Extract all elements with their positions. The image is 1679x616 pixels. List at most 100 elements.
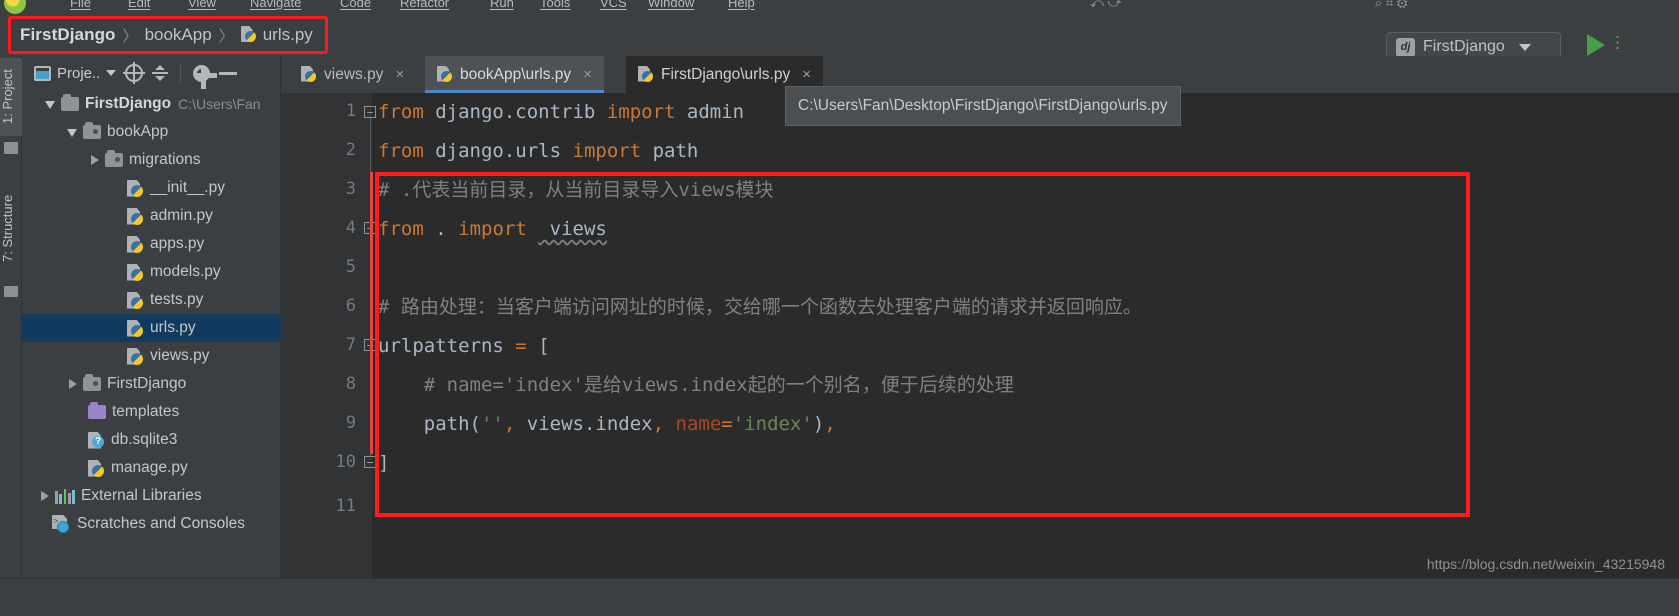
line-number: 9 [345,413,356,433]
tree-item-bookapp[interactable]: bookApp [22,118,281,146]
line-number: 4 [345,218,356,238]
tree-item-models-py[interactable]: models.py [22,258,281,286]
menu-item-code[interactable]: Code [340,0,371,10]
menu-item-run[interactable]: Run [490,0,514,10]
tree-item-external-libraries[interactable]: External Libraries [22,482,281,510]
collapse-all-icon[interactable] [152,65,169,81]
menu-item-file[interactable]: File [70,0,91,10]
project-view-icon [34,65,51,81]
tab-label: bookApp\urls.py [460,65,572,83]
breadcrumb-item-project[interactable]: FirstDjango [20,25,116,45]
tree-item-db-sqlite3[interactable]: db.sqlite3 [22,426,281,454]
module-folder-icon [83,122,101,139]
tree-item-apps-py[interactable]: apps.py [22,230,281,258]
left-tool-window-strip: 1: Project 7: Structure [0,56,22,616]
chevron-right-icon[interactable] [66,377,80,391]
library-icon [55,488,75,504]
menu-item-help[interactable]: Help [728,0,755,10]
chevron-down-icon [106,70,117,76]
code-line-10: ] [378,452,390,474]
line-number: 7 [345,335,356,355]
tool-tab-label-structure: 7: Structure [0,194,15,262]
chevron-right-icon[interactable] [88,153,102,167]
close-icon[interactable]: × [802,67,811,82]
main-menu-bar: File Edit View Navigate Code Refactor Ru… [0,0,1679,14]
favorites-icon[interactable] [4,142,18,154]
breadcrumb-item-file[interactable]: urls.py [263,25,313,45]
tree-item-label: models.py [150,263,221,280]
sidebar-item-project-tab[interactable]: 1: Project [0,58,22,136]
python-file-icon [127,347,144,366]
menu-item-vcs[interactable]: VCS [600,0,627,10]
tree-item-label: Scratches and Consoles [77,515,246,532]
breadcrumb-item-app[interactable]: bookApp [145,25,212,45]
module-folder-icon [105,150,123,167]
python-file-icon [127,179,144,198]
menu-item-tools[interactable]: Tools [540,0,570,10]
menu-item-window[interactable]: Window [648,0,694,10]
tree-item-label: manage.py [111,459,188,476]
tree-item-firstdjango-pkg[interactable]: FirstDjango [22,370,281,398]
tree-item-tests-py[interactable]: tests.py [22,286,281,314]
menu-item-edit[interactable]: Edit [128,0,150,10]
navigation-bar: FirstDjango 〉 bookApp 〉 urls.py dj First… [0,14,1679,62]
tooltip-text: C:\Users\Fan\Desktop\FirstDjango\FirstDj… [798,97,1168,114]
gear-icon[interactable] [193,64,218,89]
pycharm-window: File Edit View Navigate Code Refactor Ru… [0,0,1679,616]
scratches-icon [52,515,71,533]
tree-item-migrations[interactable]: migrations [22,146,281,174]
tree-item-views-py[interactable]: views.py [22,342,281,370]
toolbar-icon-group: ⤺ ⤻ [1090,0,1122,10]
code-line-4: from . import views [378,218,607,240]
close-icon[interactable]: × [395,67,404,82]
tree-item-init-py[interactable]: __init__.py [22,174,281,202]
tab-views-py[interactable]: views.py × [289,56,416,93]
tree-item-label: tests.py [150,291,204,308]
chevron-right-icon[interactable] [38,489,52,503]
chevron-down-icon[interactable] [66,125,80,139]
run-button[interactable] [1587,34,1605,56]
tree-item-firstdjango-root[interactable]: FirstDjango C:\Users\Fan [22,90,281,118]
chevron-down-icon[interactable] [44,97,58,111]
menu-item-refactor[interactable]: Refactor [400,0,449,10]
tab-label: views.py [324,65,384,83]
database-file-icon [88,431,105,450]
target-icon[interactable] [123,62,146,84]
tree-item-urls-py[interactable]: urls.py [22,314,281,342]
tree-item-templates[interactable]: templates [22,398,281,426]
tab-bookapp-urls-py[interactable]: bookApp\urls.py × [425,56,604,93]
folder-icon [88,402,106,419]
tree-item-admin-py[interactable]: admin.py [22,202,281,230]
grid-icon[interactable] [4,286,18,297]
minimize-icon[interactable] [219,71,238,75]
sidebar-item-structure-tab[interactable]: 7: Structure [0,178,22,278]
project-view-selector[interactable]: Proje.. [34,65,117,82]
project-tree: FirstDjango C:\Users\Fan bookApp migrati… [22,90,281,538]
menu-item-navigate[interactable]: Navigate [250,0,301,10]
python-file-icon [301,66,316,84]
breadcrumb: FirstDjango 〉 bookApp 〉 urls.py [10,18,323,52]
tree-item-scratches-consoles[interactable]: Scratches and Consoles [22,510,281,538]
tree-item-manage-py[interactable]: manage.py [22,454,281,482]
line-number: 1 [345,101,356,121]
code-line-3: # .代表当前目录，从当前目录导入views模块 [378,179,774,201]
editor-gutter[interactable]: 1 2 3 4 5 6 7 8 9 10 11 [281,93,376,616]
debug-button[interactable]: ⫶ [1615,34,1631,56]
close-icon[interactable]: × [583,67,592,82]
tree-item-label: views.py [150,347,210,364]
code-editor-content[interactable]: from django.contrib import admin from dj… [372,93,1679,616]
breadcrumb-separator-2: 〉 [218,27,234,45]
line-number: 5 [345,257,356,277]
python-file-icon [638,66,653,84]
code-line-1: from django.contrib import admin [378,101,745,123]
line-number: 8 [345,374,356,394]
line-number: 11 [335,496,356,516]
python-file-icon [127,207,144,226]
watermark-text: https://blog.csdn.net/weixin_43215948 [1426,556,1665,572]
toolbar-divider [180,64,182,82]
menu-item-view[interactable]: View [188,0,216,10]
